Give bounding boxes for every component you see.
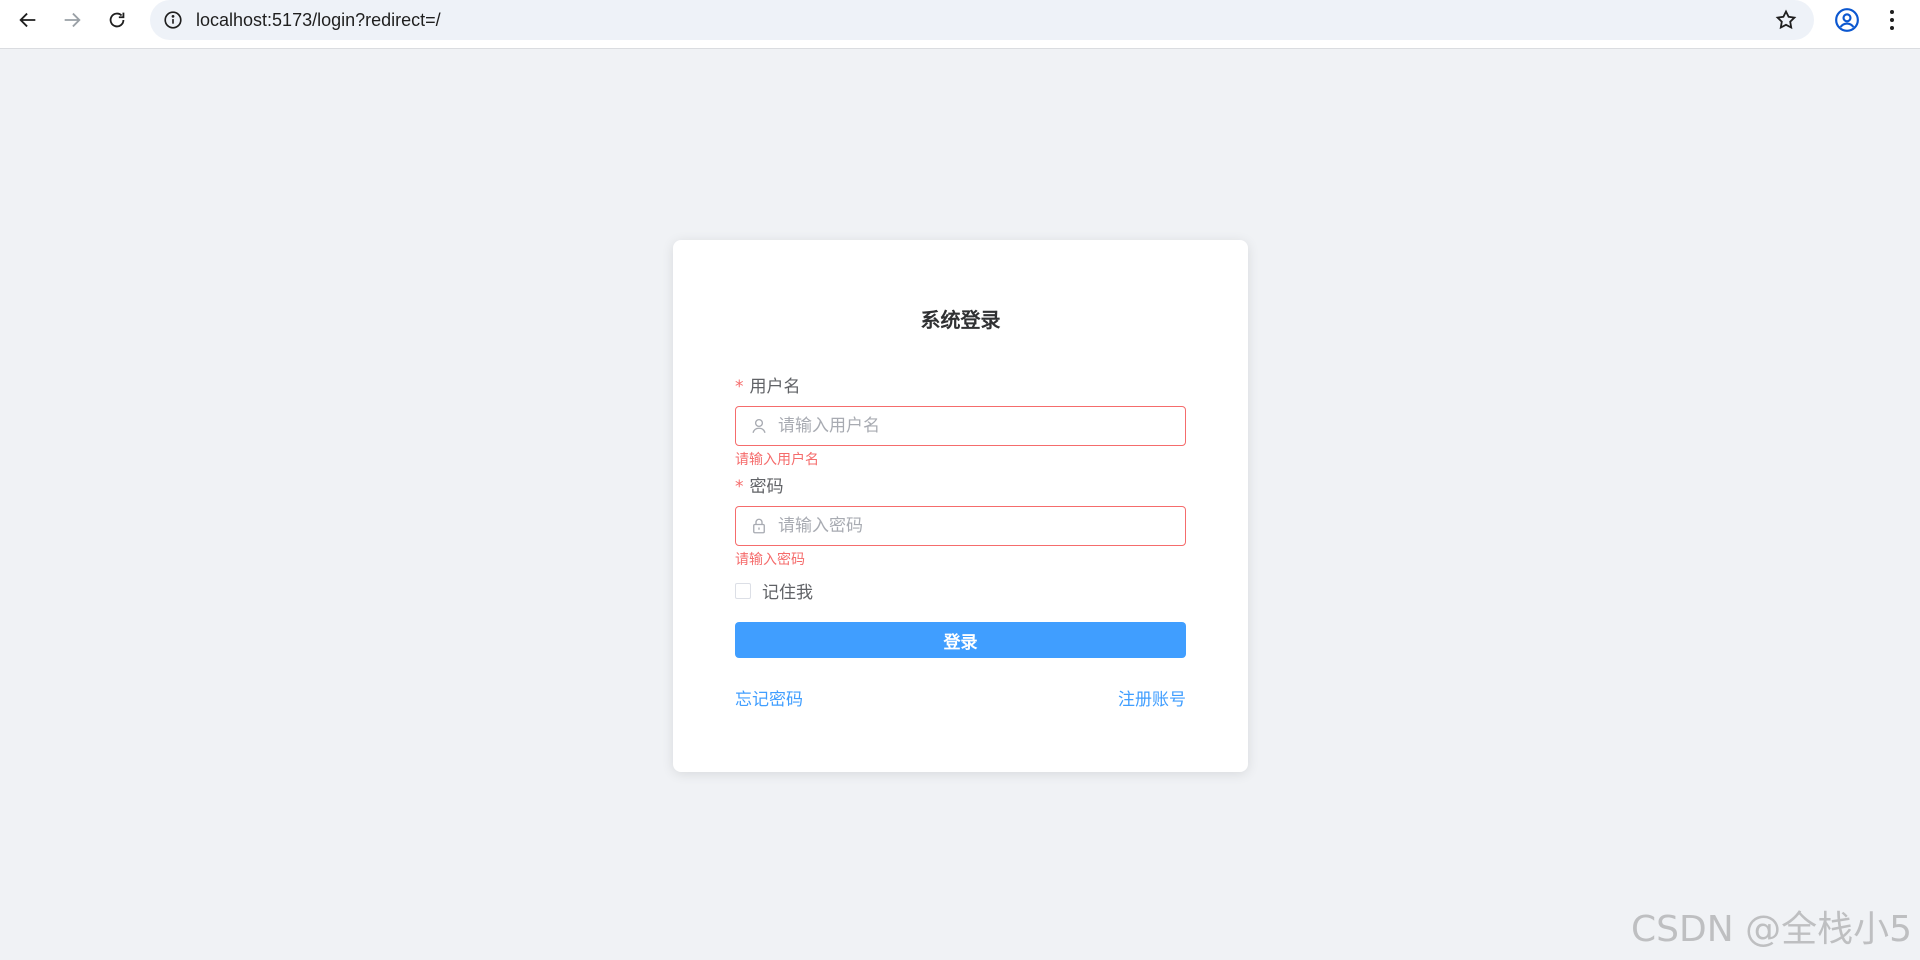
browser-toolbar: localhost:5173/login?redirect=/ — [0, 0, 1920, 49]
forward-icon — [64, 12, 81, 28]
username-error: 请输入用户名 — [735, 452, 819, 468]
username-field[interactable] — [735, 406, 1186, 446]
remember-checkbox[interactable] — [735, 582, 751, 599]
back-button[interactable] — [6, 0, 50, 40]
site-info-icon[interactable] — [162, 9, 184, 31]
back-icon — [19, 12, 36, 28]
register-link[interactable]: 注册账号 — [1118, 685, 1186, 710]
password-field[interactable] — [735, 506, 1186, 546]
remember-label[interactable]: 记住我 — [762, 578, 813, 603]
bookmark-star-icon[interactable] — [1774, 8, 1798, 32]
forward-button[interactable] — [50, 0, 94, 40]
watermark: CSDN @全栈小5 — [1631, 909, 1912, 950]
url-text[interactable]: localhost:5173/login?redirect=/ — [196, 0, 441, 40]
reload-icon — [109, 12, 125, 28]
password-error: 请输入密码 — [735, 552, 805, 568]
page-title: 系统登录 — [920, 308, 1001, 332]
forgot-password-link[interactable]: 忘记密码 — [735, 685, 803, 710]
reload-button[interactable] — [95, 0, 139, 40]
user-icon — [752, 418, 766, 433]
username-input[interactable] — [778, 416, 1178, 436]
username-label-text: 用户名 — [749, 377, 801, 397]
password-input[interactable] — [778, 516, 1178, 536]
login-button[interactable]: 登录 — [735, 622, 1186, 658]
password-label-text: 密码 — [749, 477, 784, 497]
login-card: 系统登录 *用户名 请输入用户名 *密码 请输入密码 记住我 登录 忘记密码 注… — [673, 240, 1248, 772]
required-mark: * — [735, 377, 744, 397]
profile-icon[interactable] — [1834, 7, 1860, 33]
remember-me[interactable]: 记住我 — [735, 578, 813, 603]
lock-icon — [753, 518, 765, 534]
required-mark: * — [735, 477, 744, 497]
address-bar[interactable]: localhost:5173/login?redirect=/ — [150, 0, 1814, 40]
password-label: * 密码 — [735, 472, 784, 497]
username-label: * 用户名 — [735, 372, 801, 397]
menu-dots-icon[interactable] — [1880, 6, 1904, 34]
